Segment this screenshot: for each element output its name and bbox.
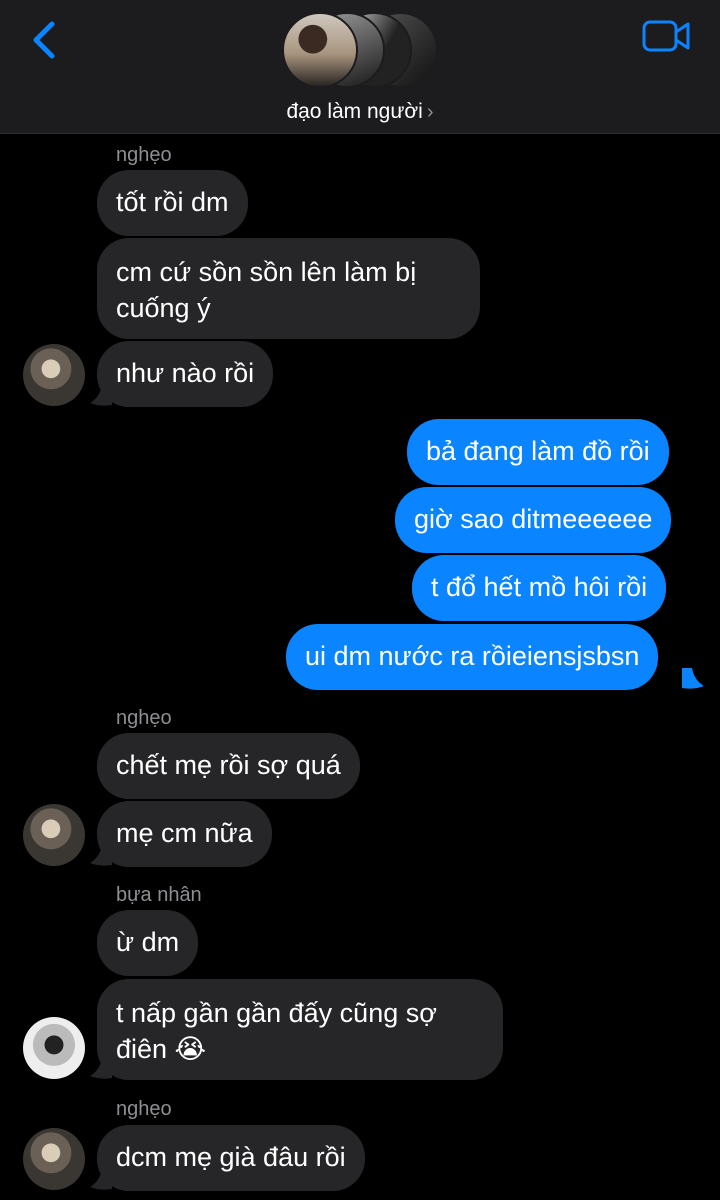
incoming-message[interactable]: t nấp gần gần đấy cũng sợ điên 😭 — [97, 979, 503, 1080]
bubble-tail — [90, 1169, 112, 1190]
avatar[interactable] — [23, 1128, 85, 1190]
incoming-message[interactable]: ừ dm — [97, 910, 199, 976]
bubble-tail — [682, 668, 704, 689]
incoming-message[interactable]: cm cứ sồn sồn lên làm bị cuống ý — [97, 238, 480, 339]
outgoing-message[interactable]: ui dm nước ra rồieiensjsbsn — [286, 624, 659, 690]
chat-title-button[interactable]: đạo làm người › — [0, 100, 720, 124]
avatar — [282, 12, 358, 88]
avatar[interactable] — [23, 344, 85, 406]
chat-title: đạo làm người — [286, 100, 423, 123]
video-camera-icon — [642, 20, 690, 52]
group-avatar-stack[interactable] — [282, 12, 442, 92]
incoming-message[interactable]: như nào rồi — [97, 341, 274, 407]
back-button[interactable] — [26, 18, 66, 64]
chevron-left-icon — [33, 21, 55, 59]
avatar[interactable] — [23, 804, 85, 866]
chevron-right-icon: › — [426, 101, 434, 123]
outgoing-message[interactable]: bả đang làm đồ rồi — [407, 419, 669, 485]
bubble-tail — [90, 845, 112, 866]
incoming-message[interactable]: chết mẹ rồi sợ quá — [97, 733, 360, 799]
sender-name: nghẹo — [116, 144, 172, 166]
incoming-message[interactable]: tốt rồi dm — [97, 170, 248, 236]
sender-name: nghẹo — [116, 707, 172, 729]
bubble-tail — [90, 385, 112, 406]
chat-header: đạo làm người › — [0, 0, 720, 134]
bubble-tail — [90, 1058, 112, 1079]
incoming-message[interactable]: mẹ cm nữa — [97, 801, 272, 867]
sender-name: nghẹo — [116, 1098, 172, 1120]
outgoing-message[interactable]: giờ sao ditmeeeeee — [395, 487, 672, 553]
outgoing-message[interactable]: t đổ hết mồ hôi rồi — [412, 555, 667, 621]
sender-name: bựa nhân — [116, 884, 202, 906]
video-call-button[interactable] — [642, 18, 692, 54]
incoming-message[interactable]: dcm mẹ già đâu rồi — [97, 1125, 365, 1191]
avatar[interactable] — [23, 1017, 85, 1079]
